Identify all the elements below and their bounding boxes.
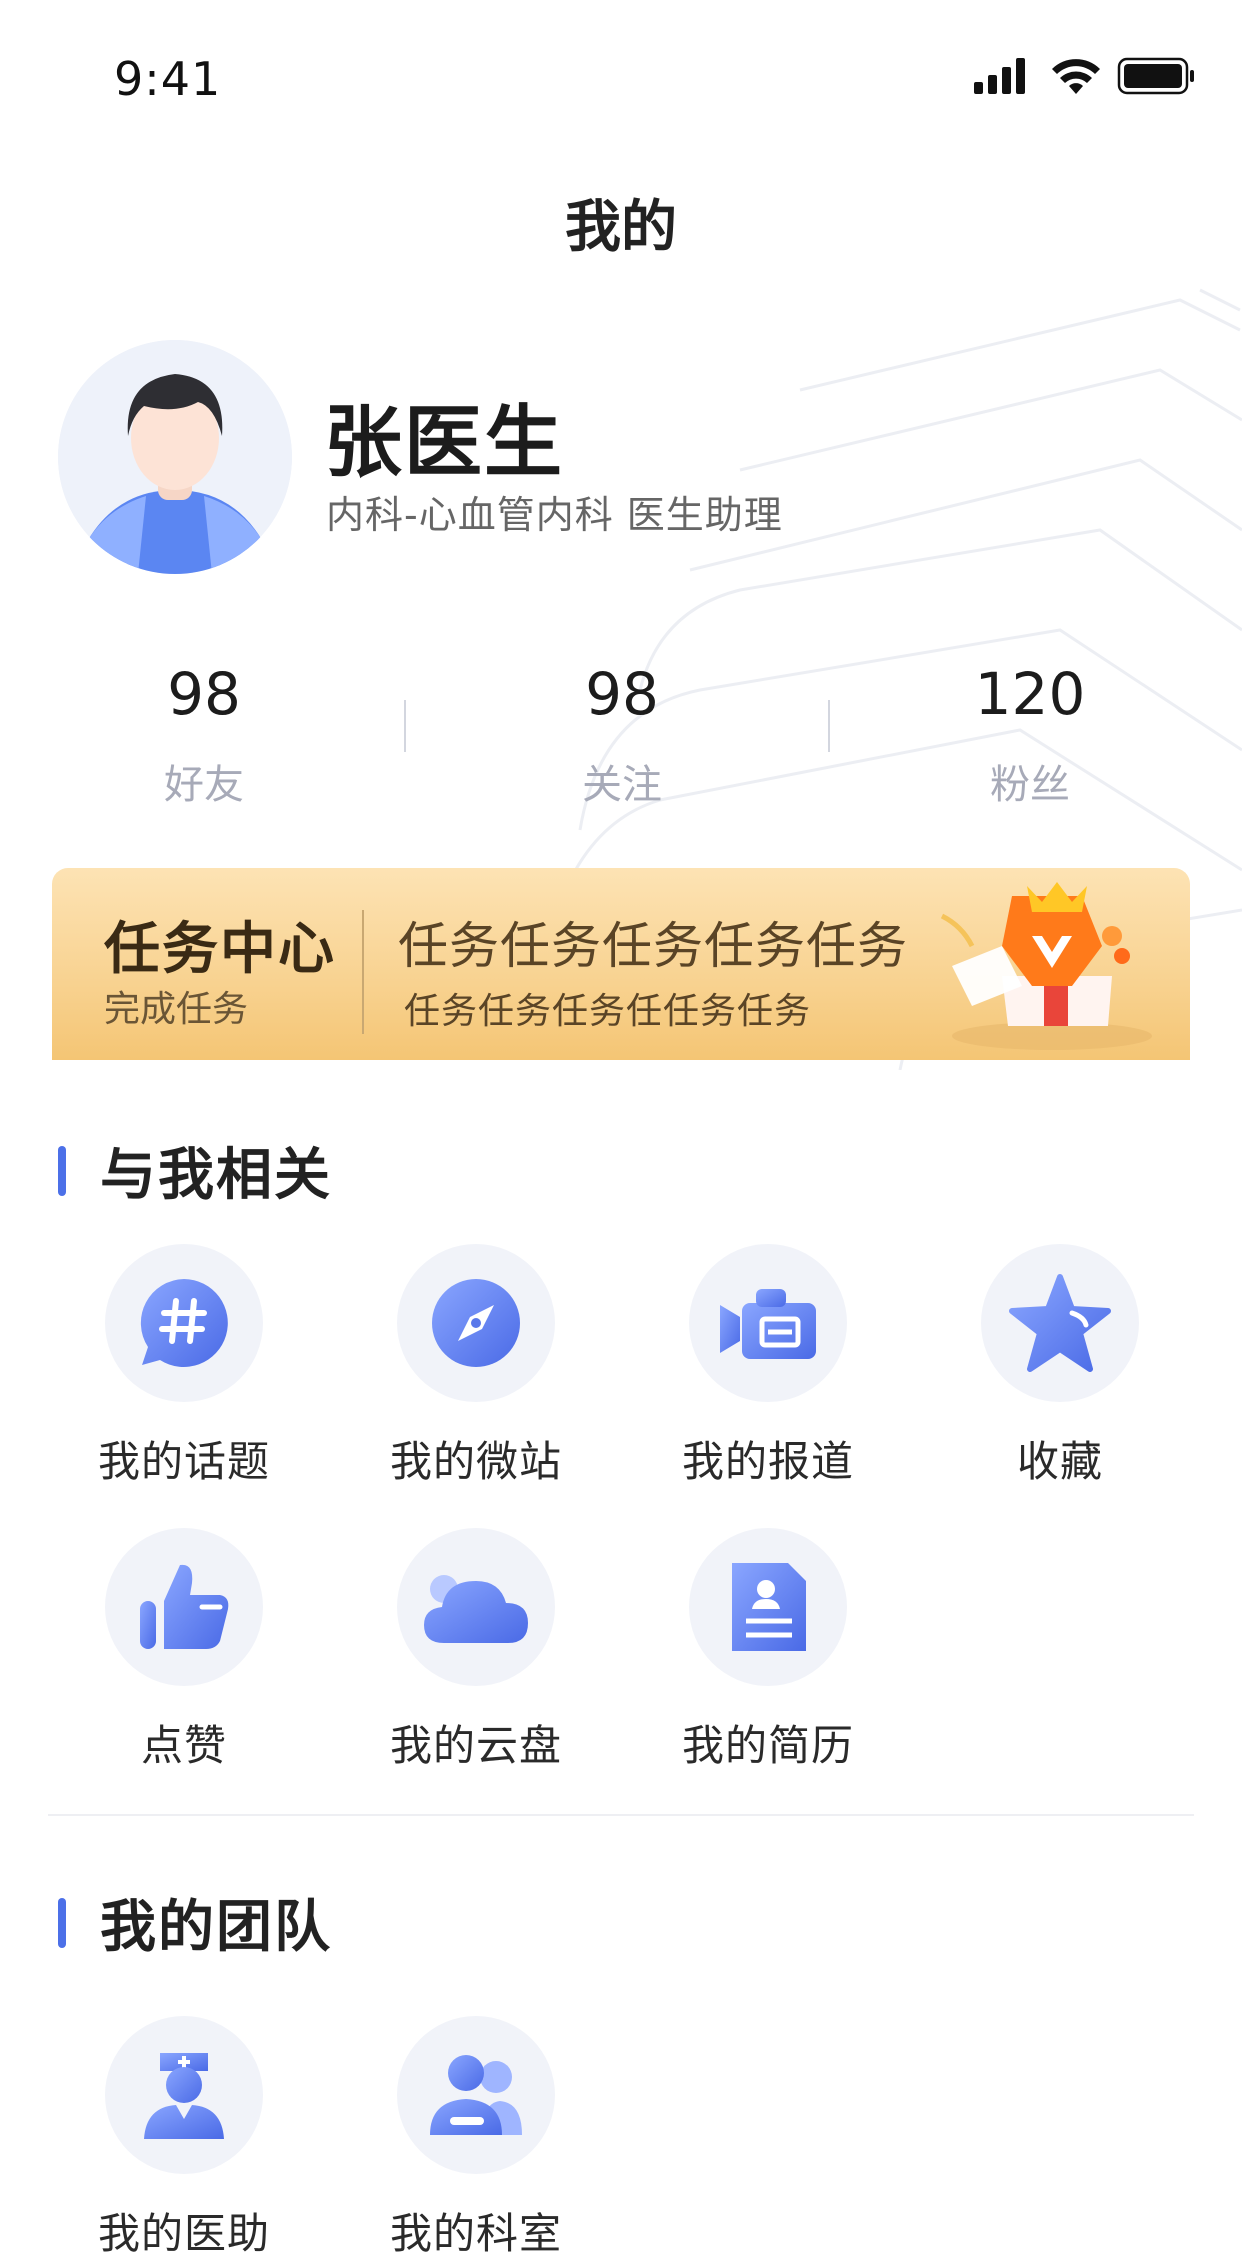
stat-divider	[404, 700, 406, 752]
compass-icon	[432, 1279, 520, 1367]
menu-item-label: 我的报道	[681, 1437, 854, 1486]
hashtag-chat-icon	[140, 1279, 228, 1367]
banner-line1: 任务任务任务任务任务	[398, 917, 908, 975]
icon-circle	[689, 1244, 847, 1402]
group-users-icon	[430, 2055, 522, 2135]
battery-icon	[1117, 57, 1194, 95]
nurse-icon	[144, 2053, 224, 2139]
star-icon	[1009, 1274, 1111, 1372]
stat-label: 好友	[164, 762, 244, 808]
section-accent-bar	[58, 1146, 66, 1196]
section-divider	[48, 1814, 1194, 1816]
menu-item-topics[interactable]: 我的话题	[54, 1244, 314, 1489]
menu-item-assistant[interactable]: 我的医助	[54, 2016, 314, 2261]
gift-box-icon	[940, 882, 1152, 1050]
task-center-banner[interactable]: 任务中心 完成任务 任务任务任务任务任务 任务任务任务任任务任务	[52, 868, 1190, 1060]
menu-item-label: 我的简历	[681, 1721, 854, 1770]
icon-circle	[397, 2016, 555, 2174]
stat-label: 粉丝	[990, 762, 1070, 808]
icon-circle	[689, 1528, 847, 1686]
cloud-icon	[424, 1575, 528, 1643]
status-time: 9:41	[114, 52, 222, 106]
icon-circle	[397, 1244, 555, 1402]
menu-item-label: 我的云盘	[389, 1721, 562, 1770]
user-department: 内科-心血管内科 医生助理	[326, 493, 783, 537]
status-icons	[974, 57, 1194, 95]
banner-title: 任务中心	[104, 917, 336, 982]
wifi-icon	[1052, 59, 1100, 94]
menu-item-likes[interactable]: 点赞	[54, 1528, 314, 1773]
stat-value: 98	[585, 660, 659, 728]
signal-icon	[974, 58, 1025, 94]
banner-line2: 任务任务任务任任务任务	[404, 991, 812, 1032]
menu-item-label: 我的微站	[389, 1437, 562, 1486]
icon-circle	[105, 1244, 263, 1402]
banner-subtitle: 完成任务	[104, 989, 249, 1030]
section-title-team: 我的团队	[100, 1895, 332, 1960]
thumbs-up-icon	[140, 1564, 229, 1649]
section-accent-bar	[58, 1898, 66, 1948]
stat-value: 120	[974, 660, 1086, 728]
section-title-related: 与我相关	[100, 1143, 332, 1208]
menu-item-label: 我的话题	[97, 1437, 270, 1486]
menu-item-label: 我的医助	[97, 2209, 270, 2258]
stat-following[interactable]: 98 关注	[472, 660, 772, 810]
user-name: 张医生	[324, 398, 565, 488]
page-title: 我的	[565, 195, 677, 260]
menu-item-label: 点赞	[140, 1721, 227, 1770]
icon-circle	[981, 1244, 1139, 1402]
stat-fans[interactable]: 120 粉丝	[880, 660, 1180, 810]
video-camera-icon	[720, 1289, 816, 1359]
stat-value: 98	[167, 660, 241, 728]
menu-item-department[interactable]: 我的科室	[346, 2016, 606, 2261]
avatar[interactable]	[58, 340, 292, 574]
menu-item-label: 收藏	[1016, 1437, 1103, 1486]
resume-document-icon	[732, 1563, 806, 1651]
stat-friends[interactable]: 98 好友	[54, 660, 354, 810]
icon-circle	[105, 2016, 263, 2174]
doctor-avatar-icon	[58, 340, 292, 574]
banner-divider	[362, 910, 364, 1034]
menu-item-label: 我的科室	[389, 2209, 562, 2258]
stat-label: 关注	[582, 762, 662, 808]
icon-circle	[397, 1528, 555, 1686]
menu-item-microsite[interactable]: 我的微站	[346, 1244, 606, 1489]
icon-circle	[105, 1528, 263, 1686]
stat-divider	[828, 700, 830, 752]
menu-item-reports[interactable]: 我的报道	[638, 1244, 898, 1489]
menu-item-resume[interactable]: 我的简历	[638, 1528, 898, 1773]
menu-item-favorites[interactable]: 收藏	[930, 1244, 1190, 1489]
menu-item-cloud-drive[interactable]: 我的云盘	[346, 1528, 606, 1773]
